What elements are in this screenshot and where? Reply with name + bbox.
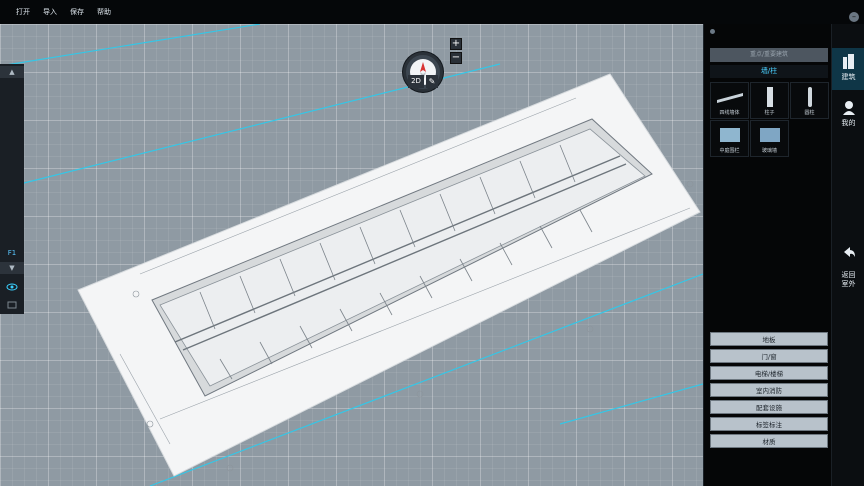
category-fire-protection[interactable]: 室内消防 [710,383,828,397]
menu-save[interactable]: 保存 [70,7,84,17]
building-icon [832,54,864,72]
atrium-railing-icon [711,123,748,147]
component-wall[interactable]: 四线墙体 [710,82,749,119]
nav-back-outdoor[interactable]: 返回 室外 [832,236,864,288]
zoom-in-button[interactable]: + [450,38,462,50]
menu-open[interactable]: 打开 [16,7,30,17]
nav-mine[interactable]: 我的 [832,100,864,136]
category-labels[interactable]: 标签标注 [710,417,828,431]
side-navigation: 建筑 我的 返回 室外 [831,24,864,486]
3d-viewport[interactable] [0,24,703,486]
edit-pencil-icon[interactable]: ✎ [426,75,438,88]
nav-building[interactable]: 建筑 [832,48,864,90]
zoom-out-button[interactable]: − [450,52,462,64]
building-model [0,24,703,486]
component-panel: 重点/重要建筑 墙/柱 四线墙体 柱子 圆柱 中庭围栏 玻璃墙 地板 门/窗 电… [703,24,831,486]
wall-icon [711,85,748,109]
component-grid: 四线墙体 柱子 圆柱 中庭围栏 玻璃墙 [710,82,829,157]
menu-help[interactable]: 帮助 [97,7,111,17]
component-column[interactable]: 柱子 [750,82,789,119]
category-facilities[interactable]: 配套设施 [710,400,828,414]
category-door-window[interactable]: 门/窗 [710,349,828,363]
panel-handle-icon [710,29,715,34]
user-icon [832,100,864,118]
floor-up-icon[interactable]: ▲ [0,66,24,78]
category-material[interactable]: 材质 [710,434,828,448]
round-column-icon [791,85,828,109]
menu-bar: 打开 导入 保存 帮助 [0,0,864,24]
component-glass-wall[interactable]: 玻璃墙 [750,120,789,157]
close-icon[interactable]: – [849,12,859,22]
category-elevator-stairs[interactable]: 电梯/楼梯 [710,366,828,380]
eye-icon[interactable] [0,279,24,295]
layer-icon[interactable] [0,297,24,313]
component-atrium-railing[interactable]: 中庭围栏 [710,120,749,157]
floor-down-icon[interactable]: ▼ [0,262,24,274]
2d-mode-button[interactable]: 2D [408,75,424,88]
search-input[interactable]: 重点/重要建筑 [710,48,828,62]
component-round-column[interactable]: 圆柱 [790,82,829,119]
back-arrow-icon [832,245,864,262]
floor-selector: ▲ F1 ▼ [0,64,24,314]
current-floor[interactable]: F1 [0,246,24,260]
category-floor[interactable]: 地板 [710,332,828,346]
column-icon [751,85,788,109]
menu-import[interactable]: 导入 [43,7,57,17]
group-title[interactable]: 墙/柱 [710,65,828,78]
glass-wall-icon [751,123,788,147]
